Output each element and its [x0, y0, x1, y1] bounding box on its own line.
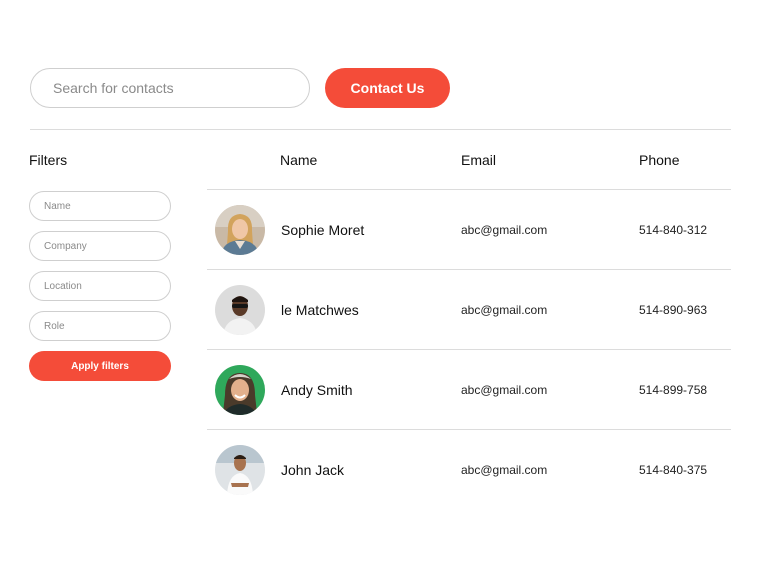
contact-email[interactable]: abc@gmail.com [461, 383, 547, 397]
column-header-phone[interactable]: Phone [639, 152, 679, 168]
avatar [215, 445, 265, 495]
avatar [215, 205, 265, 255]
contact-phone: 514-840-312 [639, 223, 708, 237]
contact-phone: 514-890-963 [639, 303, 708, 317]
filter-location-input[interactable] [29, 271, 171, 301]
filter-name-input[interactable] [29, 191, 171, 221]
contact-name[interactable]: Andy Smith [281, 382, 353, 398]
table-row[interactable]: Andy Smith abc@gmail.com 514-899-758 [207, 350, 731, 430]
apply-filters-button[interactable]: Apply filters [29, 351, 171, 381]
top-bar: Contact Us [30, 68, 450, 108]
contact-email[interactable]: abc@gmail.com [461, 463, 547, 477]
filters-panel: Filters Apply filters [29, 152, 171, 381]
table-row[interactable]: Sophie Moret abc@gmail.com 514-840-312 [207, 190, 731, 270]
contact-us-button[interactable]: Contact Us [325, 68, 450, 108]
contact-email[interactable]: abc@gmail.com [461, 223, 547, 237]
contact-phone: 514-899-758 [639, 383, 708, 397]
column-header-email[interactable]: Email [461, 152, 496, 168]
search-input[interactable] [30, 68, 310, 108]
table-header: Name Email Phone [207, 130, 731, 190]
contact-phone: 514-840-375 [639, 463, 708, 477]
table-row[interactable]: John Jack abc@gmail.com 514-840-375 [207, 430, 731, 510]
filter-company-input[interactable] [29, 231, 171, 261]
filter-role-input[interactable] [29, 311, 171, 341]
avatar [215, 285, 265, 335]
contact-name[interactable]: John Jack [281, 462, 344, 478]
table-row[interactable]: le Matchwes abc@gmail.com 514-890-963 [207, 270, 731, 350]
contact-name[interactable]: le Matchwes [281, 302, 359, 318]
column-header-name[interactable]: Name [280, 152, 317, 168]
filters-title: Filters [29, 152, 68, 168]
contact-email[interactable]: abc@gmail.com [461, 303, 547, 317]
avatar [215, 365, 265, 415]
contact-name[interactable]: Sophie Moret [281, 222, 364, 238]
contacts-table: Name Email Phone Sophie Moret abc@gmail.… [207, 130, 731, 510]
